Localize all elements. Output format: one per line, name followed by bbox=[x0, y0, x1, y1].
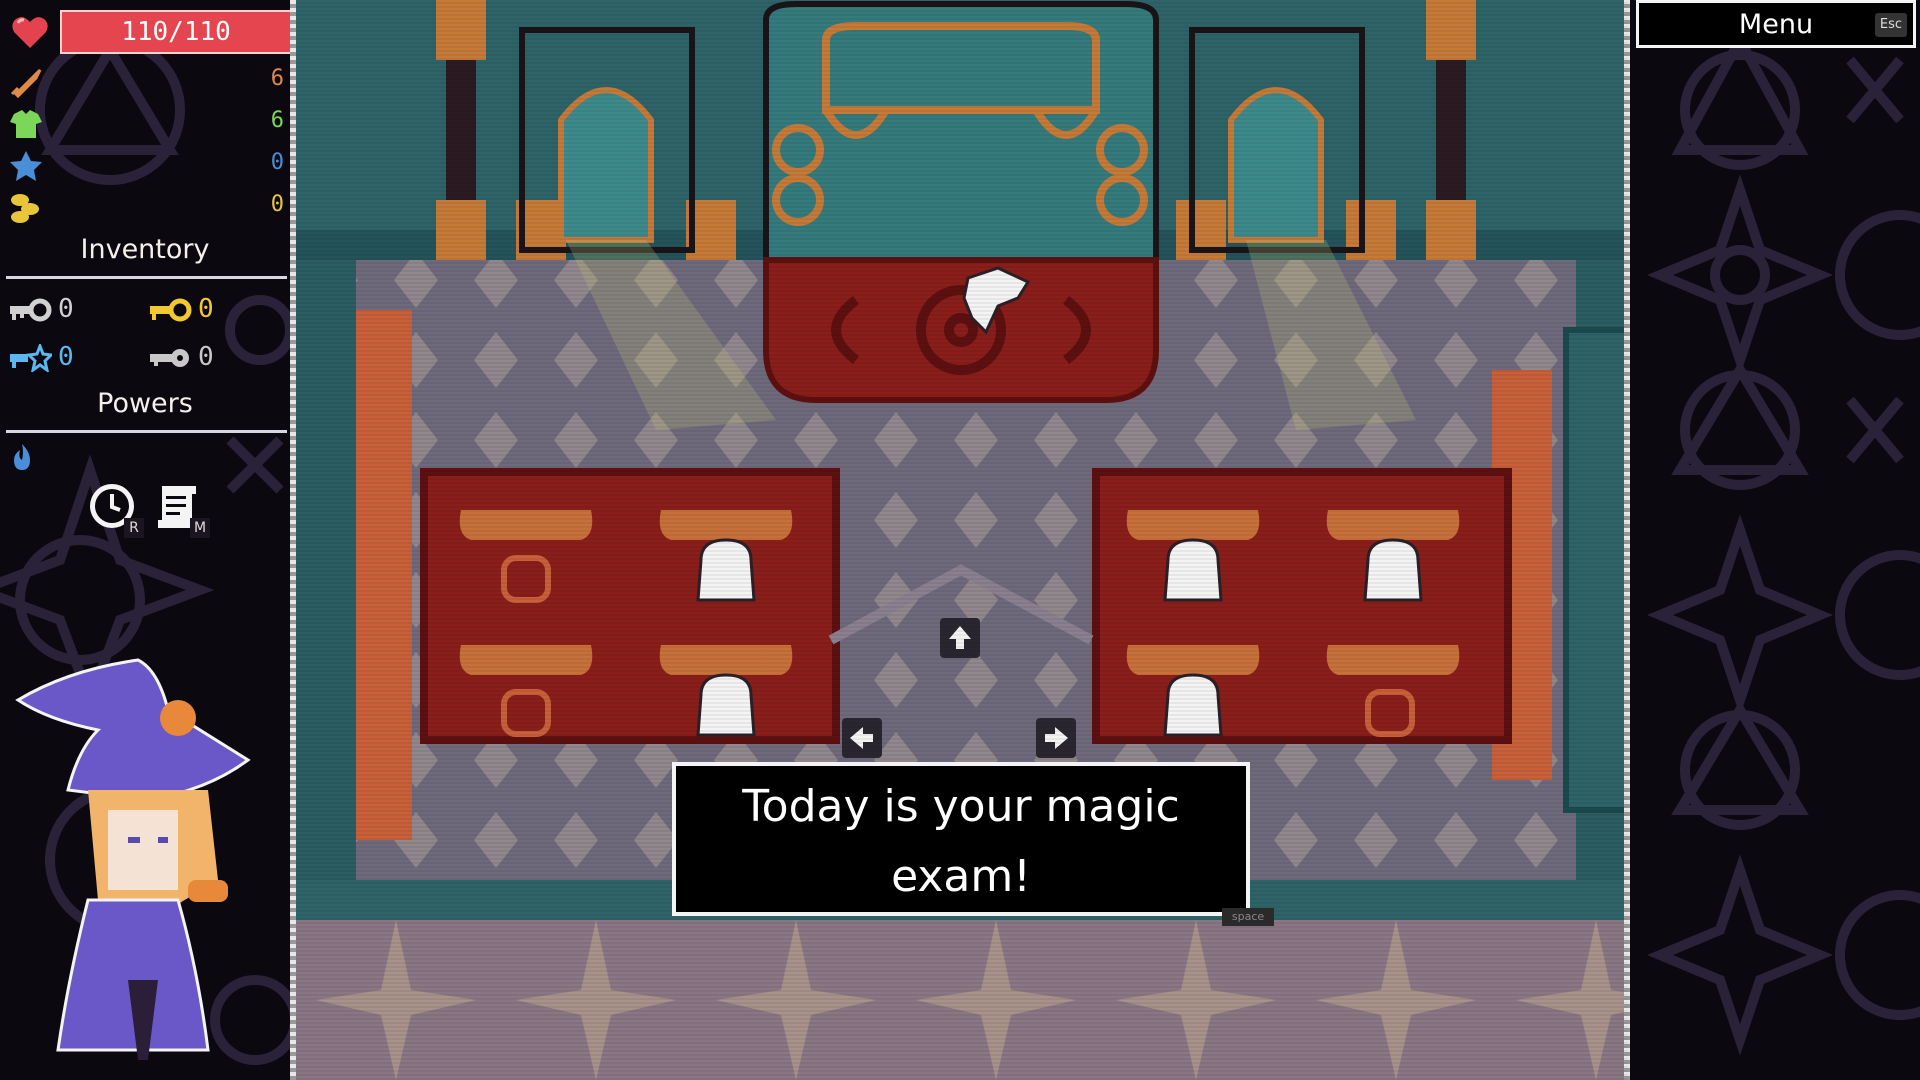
silver-key-count: 0 bbox=[8, 294, 108, 328]
blue-key-count: 0 bbox=[8, 342, 108, 376]
right-panel: Menu Esc bbox=[1630, 0, 1920, 1080]
magic-stat: 0 bbox=[8, 148, 284, 184]
powers-divider bbox=[6, 430, 287, 433]
power-key-m: M bbox=[190, 518, 210, 538]
dialog-line-2: exam! bbox=[891, 851, 1031, 902]
sword-icon bbox=[10, 68, 42, 98]
attack-stat: 6 bbox=[8, 64, 284, 100]
flame-icon bbox=[14, 444, 30, 470]
gold-stat: 0 bbox=[8, 190, 284, 226]
power-key-r: R bbox=[124, 518, 144, 538]
defense-stat: 6 bbox=[8, 106, 284, 142]
gold-key-icon bbox=[150, 298, 192, 322]
gold-key-count: 0 bbox=[148, 294, 248, 328]
shirt-icon bbox=[10, 110, 42, 138]
witch-portrait bbox=[15, 658, 251, 1060]
magic-value: 0 bbox=[270, 150, 284, 175]
move-right-button[interactable] bbox=[1036, 718, 1076, 758]
dialog-line-1: Today is your magic bbox=[742, 781, 1180, 832]
health-bar: 110/110 bbox=[60, 10, 290, 54]
hud-sidebar: 110/110 6 6 0 0 Inventory 0 0 0 0 Powers bbox=[0, 0, 290, 1080]
move-left-button[interactable] bbox=[842, 718, 882, 758]
room-scene bbox=[296, 0, 1628, 1080]
arrow-up-icon bbox=[949, 626, 971, 649]
sigil-background-right bbox=[1647, 29, 1920, 1056]
grey-key-icon bbox=[150, 349, 189, 367]
game-view[interactable] bbox=[296, 0, 1628, 1080]
gold-value: 0 bbox=[270, 192, 284, 217]
health-row: 110/110 bbox=[6, 8, 290, 54]
heart-icon bbox=[12, 17, 48, 48]
arrow-right-icon bbox=[1045, 727, 1068, 749]
attack-value: 6 bbox=[270, 66, 284, 91]
esc-key-hint: Esc bbox=[1875, 13, 1907, 37]
menu-button[interactable]: Menu Esc bbox=[1636, 0, 1916, 48]
grey-key-count: 0 bbox=[148, 342, 248, 376]
power-time[interactable]: R bbox=[86, 480, 144, 538]
defense-value: 6 bbox=[270, 108, 284, 133]
move-up-button[interactable] bbox=[940, 618, 980, 658]
silver-key-icon bbox=[10, 298, 52, 322]
powers-title: Powers bbox=[97, 388, 193, 419]
inventory-divider bbox=[6, 276, 287, 279]
arrow-left-icon bbox=[850, 727, 873, 749]
coins-icon bbox=[11, 194, 39, 223]
power-map[interactable]: M bbox=[152, 480, 210, 538]
inventory-title: Inventory bbox=[80, 234, 210, 265]
menu-label: Menu bbox=[1738, 9, 1814, 40]
space-key-hint: space bbox=[1222, 908, 1274, 926]
blue-star-key-icon bbox=[10, 344, 52, 372]
dialog-box[interactable]: Today is your magic exam! bbox=[672, 762, 1250, 916]
star-icon bbox=[10, 151, 42, 181]
